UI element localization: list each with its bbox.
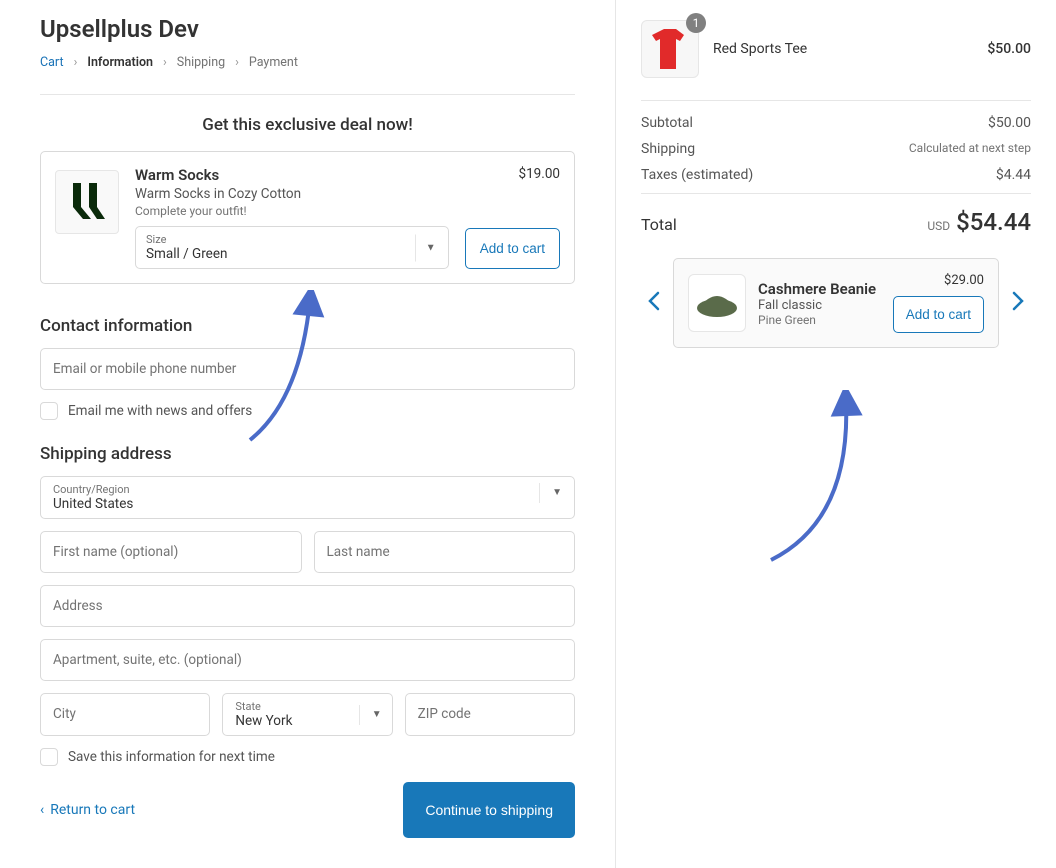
cart-item-name: Red Sports Tee: [713, 41, 973, 57]
chevron-right-icon: ›: [163, 55, 167, 70]
total-label: Total: [641, 215, 677, 234]
address-input[interactable]: Address: [40, 585, 575, 627]
sidebar-upsell-variant: Pine Green: [758, 313, 881, 327]
upsell-product-image: [55, 170, 119, 234]
input-placeholder: ZIP code: [418, 706, 471, 722]
input-placeholder: Email or mobile phone number: [53, 361, 236, 377]
chevron-down-icon: ▼: [415, 234, 442, 261]
shipping-heading: Shipping address: [40, 444, 575, 464]
chevron-left-icon: [647, 291, 661, 311]
upsell-variant-select[interactable]: Size Small / Green ▼: [135, 226, 449, 269]
input-placeholder: Last name: [327, 544, 390, 560]
divider: [641, 193, 1031, 194]
breadcrumb-payment: Payment: [249, 55, 298, 70]
sidebar-upsell-card: Cashmere Beanie Fall classic Pine Green …: [673, 258, 999, 348]
input-placeholder: First name (optional): [53, 544, 178, 560]
first-name-input[interactable]: First name (optional): [40, 531, 302, 573]
annotation-arrow-icon: [761, 390, 891, 570]
contact-heading: Contact information: [40, 316, 575, 336]
return-to-cart-label: Return to cart: [50, 802, 135, 818]
subtotal-label: Subtotal: [641, 115, 693, 131]
quantity-badge: 1: [686, 13, 706, 33]
breadcrumb-shipping: Shipping: [177, 55, 225, 70]
country-label: Country/Region: [53, 483, 562, 496]
address2-input[interactable]: Apartment, suite, etc. (optional): [40, 639, 575, 681]
product-thumbnail: 1: [641, 20, 699, 78]
upsell-product-subtitle: Warm Socks in Cozy Cotton: [135, 186, 449, 202]
chevron-down-icon: ▼: [359, 705, 382, 725]
chevron-left-icon: ‹: [40, 802, 44, 818]
subtotal-amount: $50.00: [988, 115, 1031, 131]
upsell-card: Warm Socks Warm Socks in Cozy Cotton Com…: [40, 151, 575, 284]
select-label: Size: [146, 233, 438, 246]
country-select[interactable]: ▼ Country/Region United States: [40, 476, 575, 519]
cart-item-price: $50.00: [987, 41, 1031, 57]
zip-input[interactable]: ZIP code: [405, 693, 575, 736]
input-placeholder: City: [53, 706, 76, 722]
divider: [641, 100, 1031, 101]
select-value: Small / Green: [146, 246, 438, 262]
return-to-cart-link[interactable]: ‹ Return to cart: [40, 802, 135, 818]
upsell-product-name: Warm Socks: [135, 166, 449, 184]
state-select[interactable]: ▼ State New York: [222, 693, 392, 736]
last-name-input[interactable]: Last name: [314, 531, 576, 573]
upsell-promo-text: Complete your outfit!: [135, 204, 449, 218]
upsell-price: $19.00: [519, 166, 561, 182]
upsell-prev-button[interactable]: [641, 285, 667, 321]
city-input[interactable]: City: [40, 693, 210, 736]
save-info-label: Save this information for next time: [68, 749, 275, 765]
shipping-note: Calculated at next step: [909, 141, 1031, 157]
contact-email-input[interactable]: Email or mobile phone number: [40, 348, 575, 390]
sidebar-upsell-subtitle: Fall classic: [758, 298, 881, 313]
save-info-checkbox[interactable]: [40, 748, 58, 766]
total-amount: $54.44: [956, 208, 1031, 236]
currency-code: USD: [927, 219, 950, 233]
continue-to-shipping-button[interactable]: Continue to shipping: [403, 782, 575, 838]
chevron-right-icon: ›: [235, 55, 239, 70]
country-value: United States: [53, 496, 562, 512]
divider: [40, 94, 575, 95]
cart-line-item: 1 Red Sports Tee $50.00: [641, 10, 1031, 96]
breadcrumb: Cart › Information › Shipping › Payment: [40, 55, 575, 70]
marketing-optin-label: Email me with news and offers: [68, 403, 252, 419]
upsell-add-to-cart-button[interactable]: Add to cart: [465, 228, 560, 269]
breadcrumb-information: Information: [87, 55, 153, 70]
shop-name: Upsellplus Dev: [40, 15, 575, 43]
marketing-optin-checkbox[interactable]: [40, 402, 58, 420]
chevron-right-icon: [1011, 291, 1025, 311]
chevron-right-icon: ›: [74, 55, 78, 70]
sidebar-upsell-name: Cashmere Beanie: [758, 280, 881, 298]
sidebar-upsell-image: [688, 274, 746, 332]
taxes-label: Taxes (estimated): [641, 167, 753, 183]
taxes-amount: $4.44: [996, 167, 1031, 183]
sidebar-upsell-price: $29.00: [944, 273, 984, 288]
input-placeholder: Address: [53, 598, 103, 614]
chevron-down-icon: ▼: [539, 483, 562, 503]
breadcrumb-cart[interactable]: Cart: [40, 55, 64, 70]
shipping-label: Shipping: [641, 141, 695, 157]
upsell-next-button[interactable]: [1005, 285, 1031, 321]
sidebar-upsell-add-button[interactable]: Add to cart: [893, 296, 984, 333]
upsell-headline: Get this exclusive deal now!: [40, 115, 575, 135]
input-placeholder: Apartment, suite, etc. (optional): [53, 652, 242, 668]
